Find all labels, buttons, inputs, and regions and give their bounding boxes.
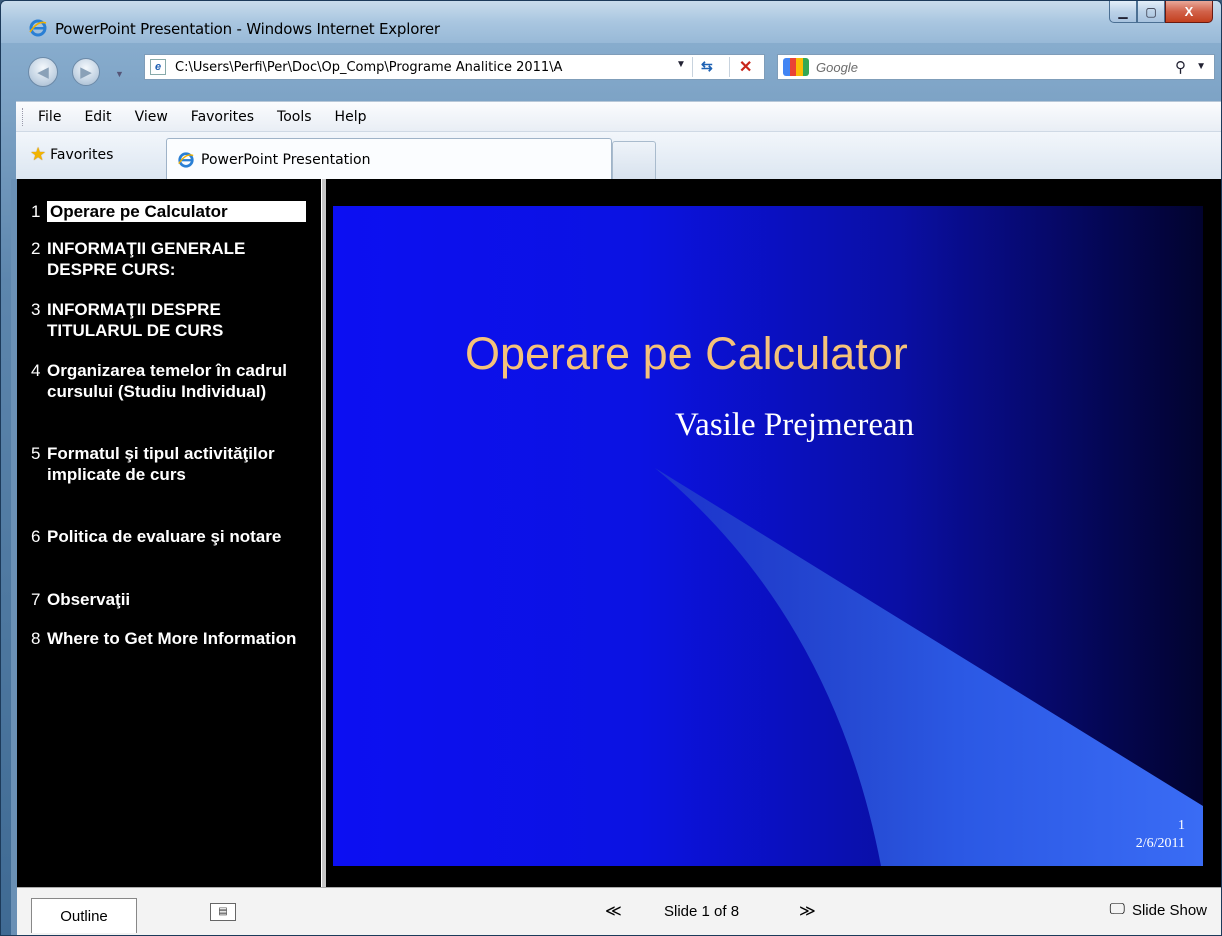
outline-item[interactable]: 6 Politica de evaluare şi notare (31, 526, 306, 547)
toolbar-grip[interactable] (22, 108, 25, 126)
outline-item[interactable]: 1 Operare pe Calculator (31, 201, 306, 222)
slide-area: Operare pe Calculator Vasile Prejmerean … (327, 179, 1221, 887)
menu-help[interactable]: Help (335, 109, 367, 125)
outline-item[interactable]: 5 Formatul şi tipul activităţilor implica… (31, 443, 306, 485)
menu-bar: File Edit View Favorites Tools Help (16, 101, 1221, 131)
next-slide-button[interactable]: ≫ (799, 901, 816, 921)
maximize-button[interactable]: ▢ (1137, 1, 1165, 23)
outline-pane: 1 Operare pe Calculator 2 INFORMAŢII GENERA… (31, 185, 314, 887)
caption-buttons: ▁ ▢ X (1109, 1, 1213, 23)
outline-item[interactable]: 3 INFORMAŢII DESPRE TITULARUL DE CURS (31, 299, 306, 341)
outline-item[interactable]: 7 Observaţii (31, 589, 306, 610)
previous-slide-button[interactable]: ≪ (605, 901, 622, 921)
outline-item-text: Where to Get More Information (47, 629, 297, 648)
star-icon: ★ (30, 144, 47, 165)
ie-icon (178, 152, 194, 168)
recent-pages-dropdown[interactable]: ▼ (115, 69, 124, 79)
refresh-icon: ⇆ (701, 58, 713, 74)
window-title: PowerPoint Presentation - Windows Intern… (55, 20, 440, 38)
new-tab-button[interactable] (612, 141, 656, 179)
address-bar[interactable]: e C:\Users\Perfi\Per\Doc\Op_Comp\Program… (144, 54, 765, 80)
outline-item-text: Operare pe Calculator (47, 201, 306, 222)
menu-view[interactable]: View (135, 109, 168, 125)
slide-show-label: Slide Show (1131, 901, 1207, 919)
google-icon (783, 58, 809, 76)
stop-button[interactable]: ✕ (739, 57, 752, 77)
outline-item-text: INFORMAŢII DESPRE TITULARUL DE CURS (47, 300, 224, 340)
page-icon: e (150, 59, 166, 75)
chevron-down-icon: ▼ (1196, 61, 1206, 72)
outline-item-text: Organizarea temelor în cadrul cursului (… (47, 361, 287, 401)
projector-icon: 🖵 (1109, 901, 1125, 918)
chevron-down-icon: ▼ (676, 59, 686, 70)
stop-icon: ✕ (739, 59, 753, 76)
outline-item[interactable]: 4 Organizarea temelor în cadrul cursului … (31, 360, 306, 402)
search-input[interactable]: Google (816, 60, 858, 75)
close-icon: X (1184, 4, 1194, 19)
tab-powerpoint-presentation[interactable]: PowerPoint Presentation (166, 138, 612, 180)
slide-title: Operare pe Calculator (465, 328, 908, 379)
slide-show-button[interactable]: 🖵 Slide Show (1110, 901, 1207, 919)
search-options-dropdown[interactable]: ▼ (1196, 61, 1206, 72)
menu-tools[interactable]: Tools (277, 109, 312, 125)
expand-outline-icon[interactable]: ▤ (210, 903, 236, 921)
favorites-button[interactable]: ★ Favorites (30, 144, 113, 165)
tab-bar: ★ Favorites PowerPoint Presentation (16, 131, 1221, 180)
search-box[interactable]: Google ⚲ ▼ (777, 54, 1215, 80)
outline-item-number: 3 (31, 300, 41, 319)
address-dropdown[interactable]: ▼ (676, 59, 686, 70)
page-content: 1 Operare pe Calculator 2 INFORMAŢII GENERA… (11, 179, 1221, 935)
minimize-button[interactable]: ▁ (1109, 1, 1137, 23)
close-button[interactable]: X (1165, 1, 1213, 23)
menu-edit[interactable]: Edit (84, 109, 111, 125)
outline-tab[interactable]: Outline (31, 898, 137, 933)
ie-icon (29, 19, 47, 37)
menu-favorites[interactable]: Favorites (191, 109, 254, 125)
menu-file[interactable]: File (38, 109, 61, 125)
navigation-bar: ◀ ▶ ▼ e C:\Users\Perfi\Per\Doc\Op_Comp\P… (1, 43, 1221, 101)
browser-window: PowerPoint Presentation - Windows Intern… (0, 0, 1222, 936)
forward-button[interactable]: ▶ (72, 58, 100, 86)
favorites-label: Favorites (50, 146, 114, 163)
maximize-icon: ▢ (1145, 4, 1157, 19)
outline-item[interactable]: 8 Where to Get More Information (31, 628, 306, 649)
outline-item-number: 1 (31, 202, 41, 221)
outline-item-number: 8 (31, 629, 41, 648)
refresh-button[interactable]: ⇆ (701, 58, 713, 75)
outline-item-text: INFORMAŢII GENERALE DESPRE CURS: (47, 239, 246, 279)
outline-item-text: Politica de evaluare şi notare (47, 527, 282, 546)
presentation-navbar: Outline ▤ ≪ Slide 1 of 8 ≫ 🖵 Slide Show (17, 887, 1221, 935)
slide-swoosh-graphic (655, 468, 1203, 866)
divider (729, 57, 730, 77)
slide-counter: Slide 1 of 8 (664, 903, 740, 920)
forward-arrow-icon: ▶ (80, 64, 92, 81)
outline-item[interactable]: 2 INFORMAŢII GENERALE DESPRE CURS: (31, 238, 306, 280)
search-icon[interactable]: ⚲ (1175, 58, 1186, 76)
outline-item-number: 6 (31, 527, 41, 546)
minimize-icon: ▁ (1118, 4, 1128, 19)
title-bar[interactable]: PowerPoint Presentation - Windows Intern… (1, 1, 1221, 43)
divider (692, 57, 693, 77)
back-button[interactable]: ◀ (28, 57, 58, 87)
pane-splitter[interactable] (321, 179, 326, 887)
outline-item-number: 4 (31, 361, 41, 380)
outline-item-number: 2 (31, 239, 41, 258)
back-arrow-icon: ◀ (37, 64, 49, 81)
chevron-down-icon: ▼ (115, 69, 124, 79)
address-input[interactable]: C:\Users\Perfi\Per\Doc\Op_Comp\Programe … (175, 60, 675, 75)
slide-date: 2/6/2011 (1135, 836, 1185, 851)
outline-item-number: 5 (31, 444, 41, 463)
slide[interactable]: Operare pe Calculator Vasile Prejmerean … (333, 206, 1203, 866)
slide-number: 1 (1178, 818, 1185, 833)
outline-item-text: Formatul şi tipul activităţilor implicat… (47, 444, 275, 484)
outline-item-text: Observaţii (47, 590, 131, 609)
outline-item-number: 7 (31, 590, 41, 609)
slide-subtitle: Vasile Prejmerean (675, 407, 915, 443)
tab-label: PowerPoint Presentation (201, 152, 371, 168)
